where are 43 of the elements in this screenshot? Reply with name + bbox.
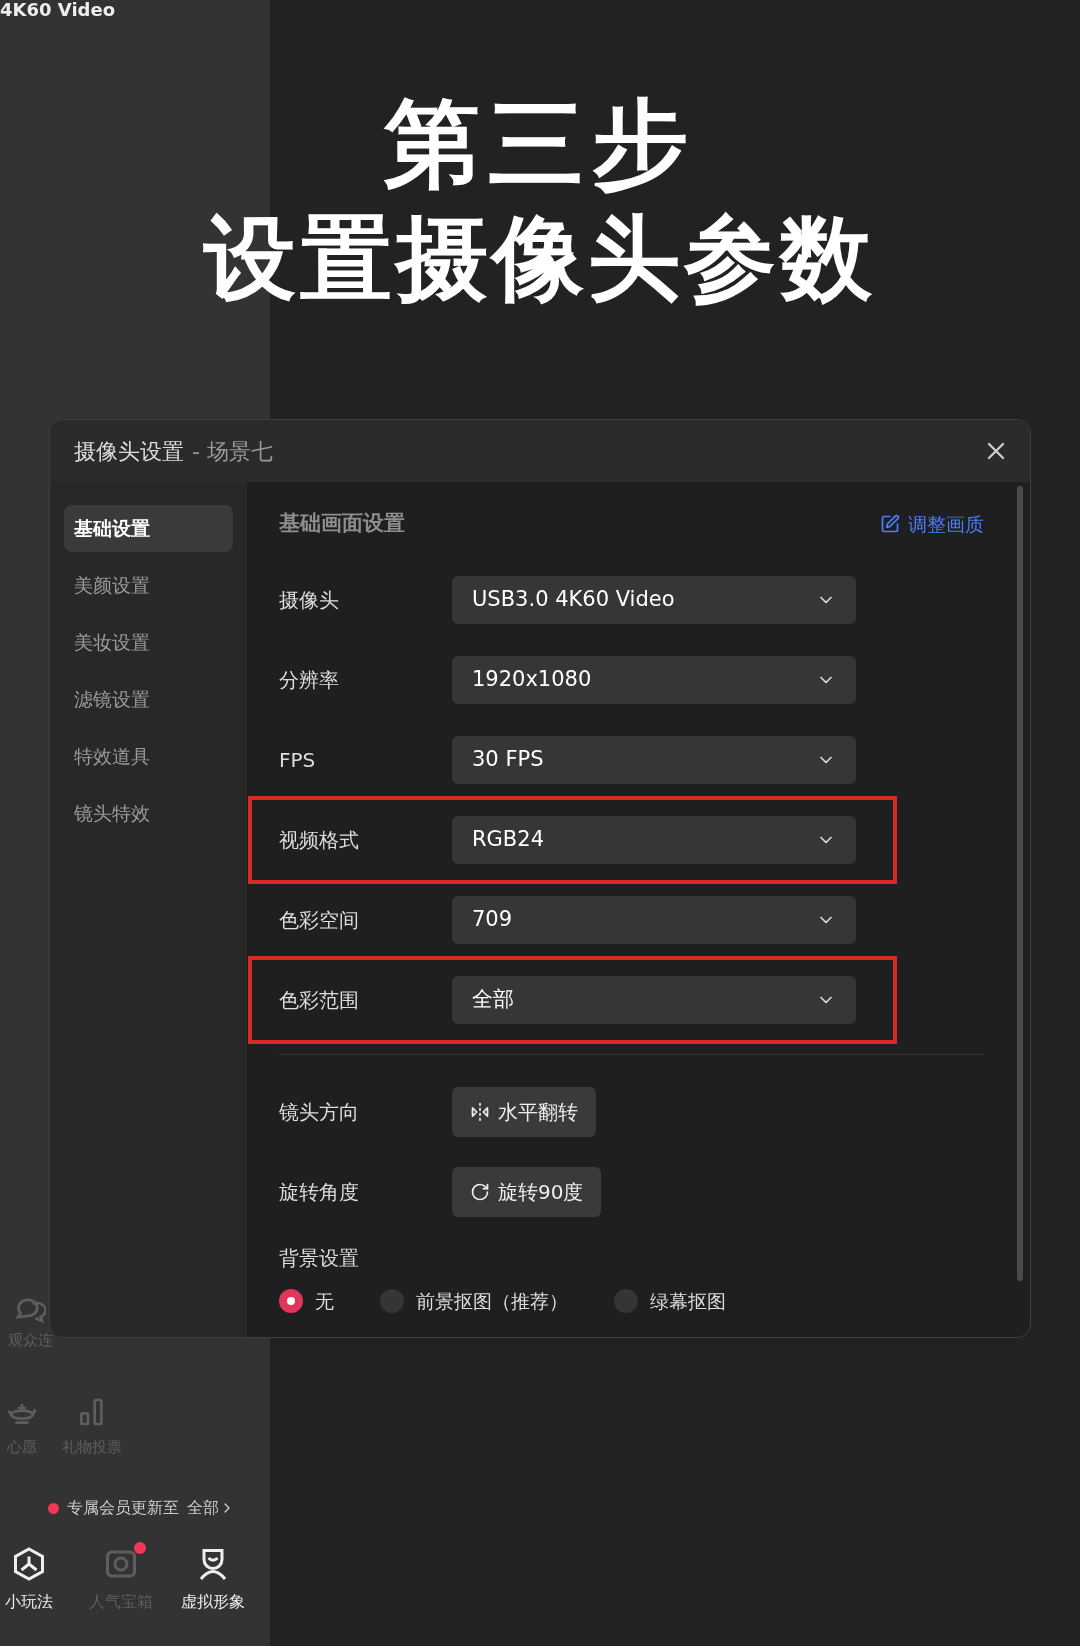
- field-label: 摄像头: [279, 586, 340, 614]
- field-label: 色彩范围: [279, 986, 360, 1014]
- section-title: 基础画面设置: [279, 510, 405, 537]
- headline-title: 设置摄像头参数: [204, 207, 876, 309]
- video-label: 4K60 Video: [0, 1, 116, 19]
- action-button[interactable]: 旋转90度: [452, 1166, 602, 1217]
- rotate-icon: [470, 1181, 490, 1202]
- dropdown-select[interactable]: 全部: [452, 975, 856, 1024]
- nav-item[interactable]: 滤镜设置: [64, 676, 233, 723]
- dropdown-select[interactable]: 1920x1080: [452, 655, 856, 704]
- radio-label: 前景抠图（推荐）: [416, 1288, 568, 1314]
- nav-item[interactable]: 特效道具: [64, 733, 233, 780]
- nav-item[interactable]: 镜头特效: [64, 790, 233, 837]
- nav-item[interactable]: 美妆设置: [64, 619, 233, 666]
- scrollbar[interactable]: [1017, 486, 1023, 1281]
- dropdown-select[interactable]: 30 FPS: [452, 735, 856, 784]
- headline-step: 第三步: [384, 92, 696, 198]
- dropdown-select[interactable]: 709: [452, 895, 856, 944]
- radio-label: 绿幕抠图: [650, 1288, 726, 1314]
- action-label: 镜头方向: [279, 1098, 360, 1126]
- hexagon-icon: [11, 1546, 47, 1582]
- adjust-quality-link[interactable]: 调整画质: [880, 509, 984, 538]
- radio-label: 无: [315, 1288, 334, 1314]
- notice-text: 专属会员更新至: [67, 1497, 179, 1519]
- bottom-tab[interactable]: 小玩法: [0, 1546, 70, 1614]
- action-button[interactable]: 水平翻转: [452, 1086, 596, 1137]
- edit-icon: [880, 513, 900, 534]
- nav-item[interactable]: 基础设置: [64, 505, 233, 552]
- action-label: 旋转角度: [279, 1178, 360, 1206]
- dropdown-select[interactable]: USB3.0 4K60 Video: [452, 575, 856, 624]
- background-label: 背景设置: [279, 1244, 360, 1272]
- dropdown-select[interactable]: RGB24: [452, 815, 856, 864]
- field-label: 视频格式: [279, 826, 360, 854]
- bottom-tab[interactable]: 虚拟形象: [172, 1546, 254, 1614]
- field-label: 色彩空间: [279, 906, 360, 934]
- flip-icon: [470, 1101, 490, 1122]
- dialog-title: 摄像头设置: [74, 437, 184, 466]
- radio-button[interactable]: [279, 1288, 303, 1313]
- notice-link[interactable]: 全部: [187, 1496, 235, 1520]
- dialog-subtitle: - 场景七: [192, 437, 273, 466]
- field-label: FPS: [279, 746, 317, 774]
- nav-item[interactable]: 美颜设置: [64, 562, 233, 609]
- field-label: 分辨率: [279, 666, 340, 694]
